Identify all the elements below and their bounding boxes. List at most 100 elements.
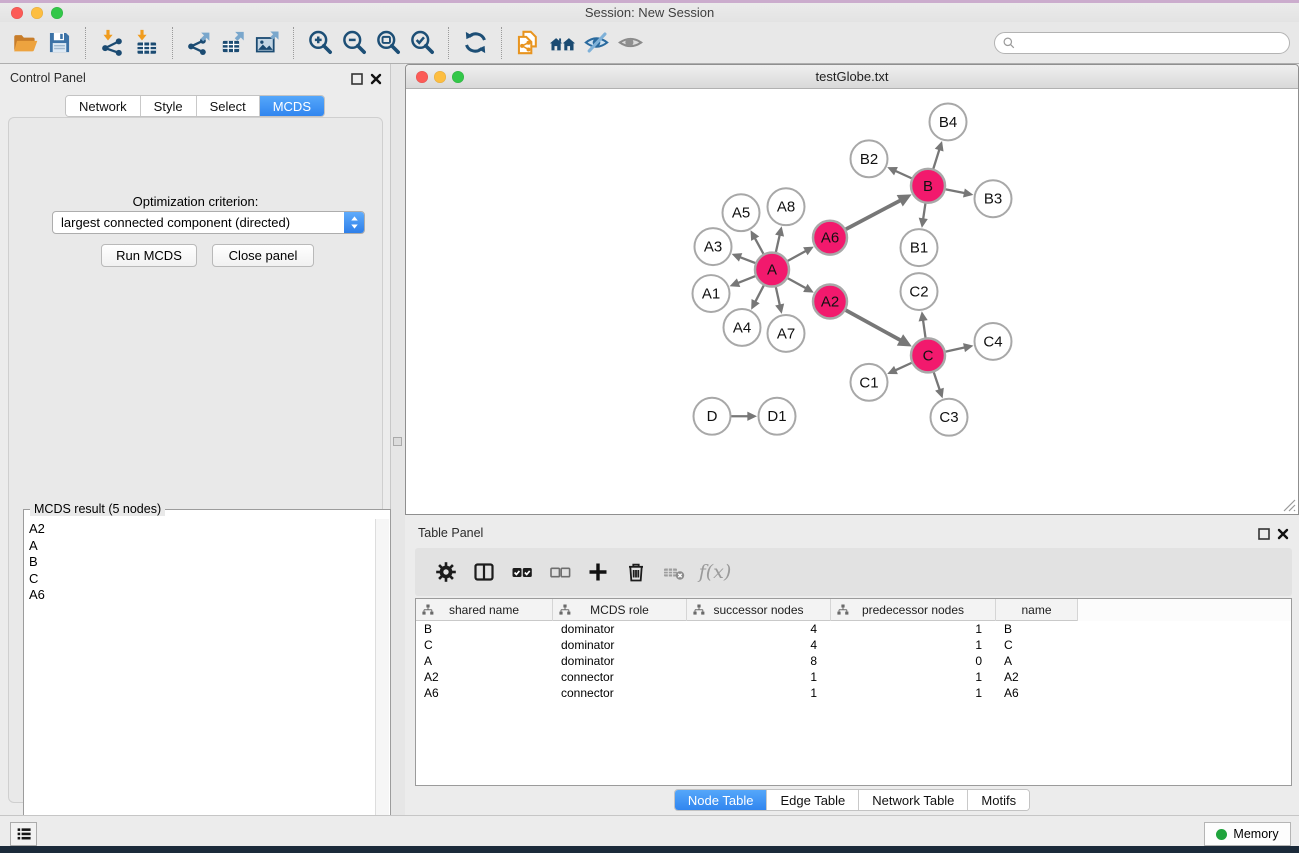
splitter-handle[interactable] (393, 437, 402, 446)
node-C3[interactable]: C3 (931, 399, 968, 436)
float-table-panel-icon[interactable] (1256, 526, 1271, 541)
select-all-checkboxes-icon[interactable] (505, 555, 539, 589)
close-panel-icon[interactable] (368, 71, 383, 86)
zoom-out-icon[interactable] (337, 26, 371, 60)
edge-A-A1[interactable] (730, 276, 756, 287)
node-A1[interactable]: A1 (693, 275, 730, 312)
node-A[interactable]: A (755, 253, 789, 287)
column-header-predecessor-nodes[interactable]: predecessor nodes (831, 599, 996, 621)
column-header-successor-nodes[interactable]: successor nodes (687, 599, 831, 621)
clone-network-icon[interactable] (511, 26, 545, 60)
edge-A-A3[interactable] (732, 253, 756, 263)
tab-motifs[interactable]: Motifs (968, 790, 1029, 811)
close-panel-button[interactable]: Close panel (212, 244, 314, 267)
delete-table-icon[interactable] (657, 555, 691, 589)
table-row[interactable]: A2connector11A2 (416, 669, 1291, 685)
column-header-mcds-role[interactable]: MCDS role (553, 599, 687, 621)
node-C[interactable]: C (911, 338, 945, 372)
node-A6[interactable]: A6 (813, 221, 847, 255)
memory-button[interactable]: Memory (1204, 822, 1291, 846)
table-row[interactable]: Cdominator41C (416, 637, 1291, 653)
node-B2[interactable]: B2 (851, 140, 888, 177)
edge-A-A2[interactable] (787, 278, 813, 293)
mcds-result-item[interactable]: A (25, 538, 375, 555)
refresh-view-icon[interactable] (458, 26, 492, 60)
table-row[interactable]: Bdominator41B (416, 621, 1291, 637)
edge-A-A8[interactable] (775, 226, 784, 252)
node-B1[interactable]: B1 (901, 229, 938, 266)
apply-function-icon[interactable]: f(x) (695, 555, 729, 589)
add-column-icon[interactable] (581, 555, 615, 589)
edge-A-A4[interactable] (751, 285, 764, 310)
tab-node-table[interactable]: Node Table (675, 790, 768, 811)
edge-A-A7[interactable] (775, 287, 784, 314)
network-canvas[interactable]: B4 B2 B B3 A5A8A6 A3 A B1 A1 A2 C2 A4A7 C4 C C1 C3 D D1 (406, 89, 1298, 514)
tab-mcds[interactable]: MCDS (260, 96, 324, 117)
tab-network-table[interactable]: Network Table (859, 790, 968, 811)
import-table-icon[interactable] (129, 26, 163, 60)
edge-A6-B[interactable] (845, 194, 911, 229)
edge-B-B1[interactable] (919, 203, 928, 228)
node-A5[interactable]: A5 (723, 194, 760, 231)
edge-B-B3[interactable] (945, 188, 973, 197)
split-panel-icon[interactable] (467, 555, 501, 589)
node-A8[interactable]: A8 (768, 188, 805, 225)
column-header-shared-name[interactable]: shared name (416, 599, 553, 621)
node-B3[interactable]: B3 (975, 180, 1012, 217)
delete-column-icon[interactable] (619, 555, 653, 589)
node-D[interactable]: D (694, 398, 731, 435)
run-mcds-button[interactable]: Run MCDS (101, 244, 197, 267)
close-table-panel-icon[interactable] (1275, 526, 1290, 541)
node-A2[interactable]: A2 (813, 285, 847, 319)
show-graphics-details-icon[interactable] (613, 26, 647, 60)
save-session-icon[interactable] (42, 26, 76, 60)
tab-select[interactable]: Select (197, 96, 260, 117)
export-image-icon[interactable] (250, 26, 284, 60)
export-table-icon[interactable] (216, 26, 250, 60)
edge-C-C4[interactable] (945, 343, 973, 352)
edge-C-C3[interactable] (934, 372, 944, 398)
edge-B-B4[interactable] (933, 141, 943, 169)
zoom-in-icon[interactable] (303, 26, 337, 60)
node-C1[interactable]: C1 (851, 364, 888, 401)
home-networks-icon[interactable] (545, 26, 579, 60)
float-panel-icon[interactable] (349, 71, 364, 86)
search-input[interactable] (1017, 34, 1289, 52)
import-network-icon[interactable] (95, 26, 129, 60)
edge-D-D1[interactable] (731, 412, 757, 421)
mcds-result-item[interactable]: C (25, 571, 375, 588)
hide-graphics-details-icon[interactable] (579, 26, 613, 60)
mcds-result-item[interactable]: A6 (25, 587, 375, 604)
node-C2[interactable]: C2 (901, 273, 938, 310)
table-row[interactable]: Adominator80A (416, 653, 1291, 669)
edge-C-C1[interactable] (887, 363, 912, 375)
edge-A-A5[interactable] (751, 230, 764, 254)
optimization-criterion-dropdown[interactable]: largest connected component (directed) (52, 211, 365, 234)
panel-splitter[interactable] (391, 64, 405, 815)
table-settings-icon[interactable] (429, 555, 463, 589)
tab-network[interactable]: Network (66, 96, 141, 117)
open-session-icon[interactable] (8, 26, 42, 60)
deselect-all-checkboxes-icon[interactable] (543, 555, 577, 589)
window-resize-grip[interactable] (1283, 499, 1296, 512)
tab-style[interactable]: Style (141, 96, 197, 117)
node-A4[interactable]: A4 (724, 309, 761, 346)
zoom-fit-icon[interactable] (371, 26, 405, 60)
table-row[interactable]: A6connector11A6 (416, 685, 1291, 701)
node-A3[interactable]: A3 (695, 228, 732, 265)
edge-C-C2[interactable] (919, 311, 928, 338)
mcds-result-item[interactable]: B (25, 554, 375, 571)
column-header-name[interactable]: name (996, 599, 1078, 621)
edge-A-A6[interactable] (787, 247, 813, 262)
node-B4[interactable]: B4 (930, 103, 967, 140)
node-D1[interactable]: D1 (759, 398, 796, 435)
edge-B-B2[interactable] (887, 167, 912, 179)
node-A7[interactable]: A7 (768, 315, 805, 352)
zoom-selected-icon[interactable] (405, 26, 439, 60)
node-C4[interactable]: C4 (975, 323, 1012, 360)
tab-edge-table[interactable]: Edge Table (767, 790, 859, 811)
edge-A2-C[interactable] (845, 310, 911, 347)
export-network-icon[interactable] (182, 26, 216, 60)
node-B[interactable]: B (911, 169, 945, 203)
mcds-result-item[interactable]: A2 (25, 521, 375, 538)
